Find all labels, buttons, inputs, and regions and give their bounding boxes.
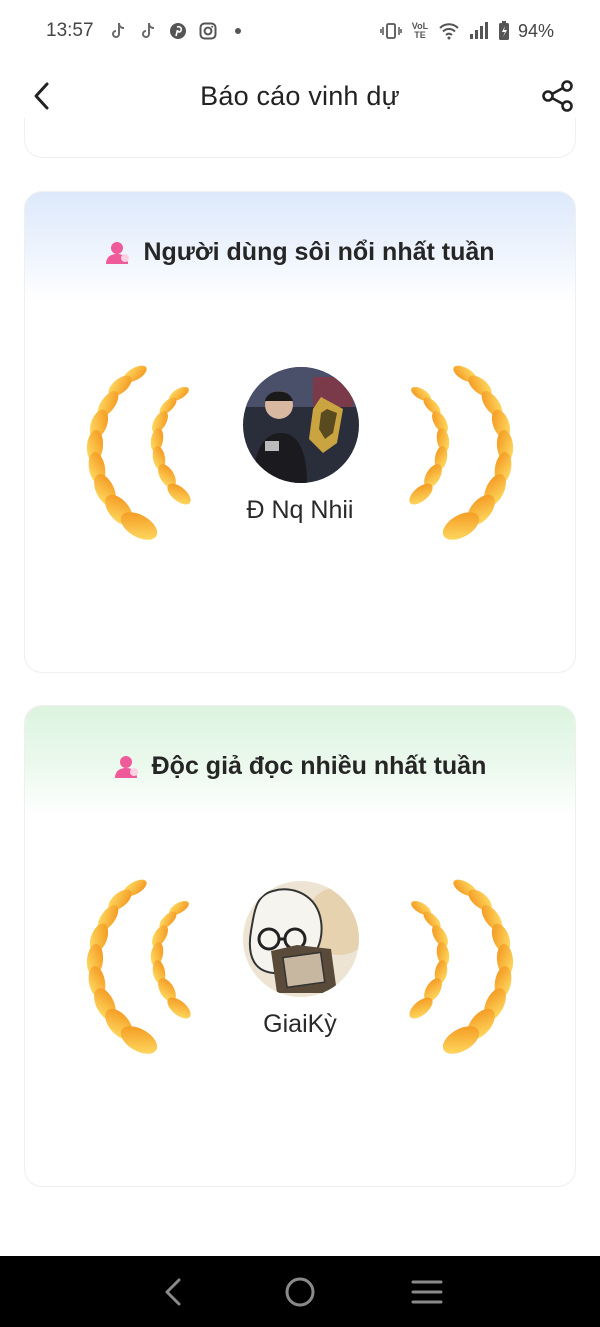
pinterest-icon <box>169 23 186 39</box>
username[interactable]: GiaiKỳ <box>25 1010 575 1039</box>
status-bar: 13:57 VoLTE 94% <box>0 0 600 62</box>
card-title: Độc giả đọc nhiều nhất tuần <box>25 752 575 781</box>
share-button[interactable] <box>538 76 578 116</box>
card-title-label: Độc giả đọc nhiều nhất tuần <box>151 752 487 780</box>
username[interactable]: Đ Nq Nhii <box>25 496 575 525</box>
battery-icon <box>498 21 509 40</box>
back-nav-icon <box>165 1278 181 1305</box>
previous-card-bottom <box>24 118 576 158</box>
person-icon <box>114 755 138 778</box>
chevron-left-icon <box>34 82 49 110</box>
status-right: VoLTE 94% <box>380 21 554 42</box>
wifi-icon <box>439 23 459 40</box>
status-left: 13:57 <box>46 20 248 42</box>
page-title: Báo cáo vinh dự <box>200 80 400 111</box>
tiktok-icon <box>141 22 154 38</box>
dot-icon <box>234 28 241 34</box>
nav-home-button[interactable] <box>278 1270 322 1314</box>
battery-percent: 94% <box>517 20 554 41</box>
home-nav-icon <box>285 1277 315 1306</box>
nav-back-button[interactable] <box>151 1270 195 1314</box>
share-icon <box>542 80 573 112</box>
avatar[interactable] <box>243 881 359 997</box>
nav-recents-button[interactable] <box>405 1270 449 1314</box>
card-title: Người dùng sôi nổi nhất tuần <box>25 238 575 267</box>
card-title-label: Người dùng sôi nổi nhất tuần <box>143 238 495 266</box>
back-button[interactable] <box>24 76 60 116</box>
vibrate-icon <box>380 23 402 39</box>
honor-card-top-reader: Độc giả đọc nhiều nhất tuần GiaiKỳ <box>24 705 576 1187</box>
volte-icon: VoLTE <box>411 21 429 40</box>
honor-card-most-active: Người dùng sôi nổi nhất tuần Đ Nq Nhii <box>24 191 576 673</box>
tiktok-icon <box>111 22 124 38</box>
person-icon <box>106 241 130 264</box>
recents-nav-icon <box>411 1280 443 1303</box>
signal-icon <box>469 22 488 39</box>
avatar[interactable] <box>243 367 359 483</box>
instagram-icon <box>199 22 217 40</box>
clock: 13:57 <box>46 20 94 41</box>
system-nav-bar <box>0 1256 600 1327</box>
